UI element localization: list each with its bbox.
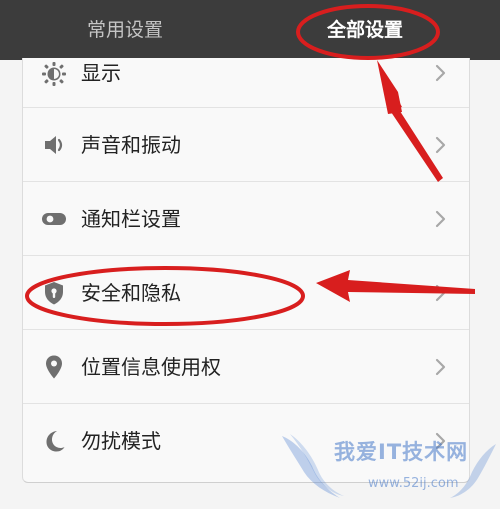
watermark-url: www.52ij.com [368,476,459,491]
watermark: 我爱IT技术网 www.52ij.com [282,432,496,506]
shield-icon [41,280,67,306]
settings-item-security-privacy[interactable]: 安全和隐私 [23,256,469,330]
toggle-icon [41,206,67,232]
settings-item-label: 位置信息使用权 [81,355,221,379]
tab-all-settings[interactable]: 全部设置 [300,0,430,60]
settings-item-label: 声音和振动 [81,133,181,157]
chevron-right-icon [435,358,447,376]
tab-common-settings[interactable]: 常用设置 [60,0,190,60]
display-brightness-icon [41,61,67,87]
settings-item-label: 显示 [81,61,121,85]
settings-item-sound-vibration[interactable]: 声音和振动 [23,108,469,182]
speaker-icon [41,132,67,158]
settings-item-label: 勿扰模式 [81,429,161,453]
settings-list: 显示 声音和振动 通知栏设置 安全和隐私 位置信息使用权 勿扰模式 [22,58,470,483]
location-pin-icon [41,354,67,380]
watermark-text: 我爱IT技术网 [334,440,469,464]
settings-item-notification-bar[interactable]: 通知栏设置 [23,182,469,256]
settings-tab-bar: 常用设置 全部设置 [0,0,500,60]
settings-item-label: 安全和隐私 [81,281,181,305]
chevron-right-icon [435,210,447,228]
settings-screen: 常用设置 全部设置 显示 声音和振动 通知栏设置 安全和隐私 位置信息使用权 勿… [0,0,500,509]
chevron-right-icon [435,284,447,302]
settings-item-display[interactable]: 显示 [23,58,469,108]
chevron-right-icon [435,136,447,154]
settings-item-label: 通知栏设置 [81,207,181,231]
settings-item-location-access[interactable]: 位置信息使用权 [23,330,469,404]
moon-icon [41,428,67,454]
chevron-right-icon [435,64,447,82]
